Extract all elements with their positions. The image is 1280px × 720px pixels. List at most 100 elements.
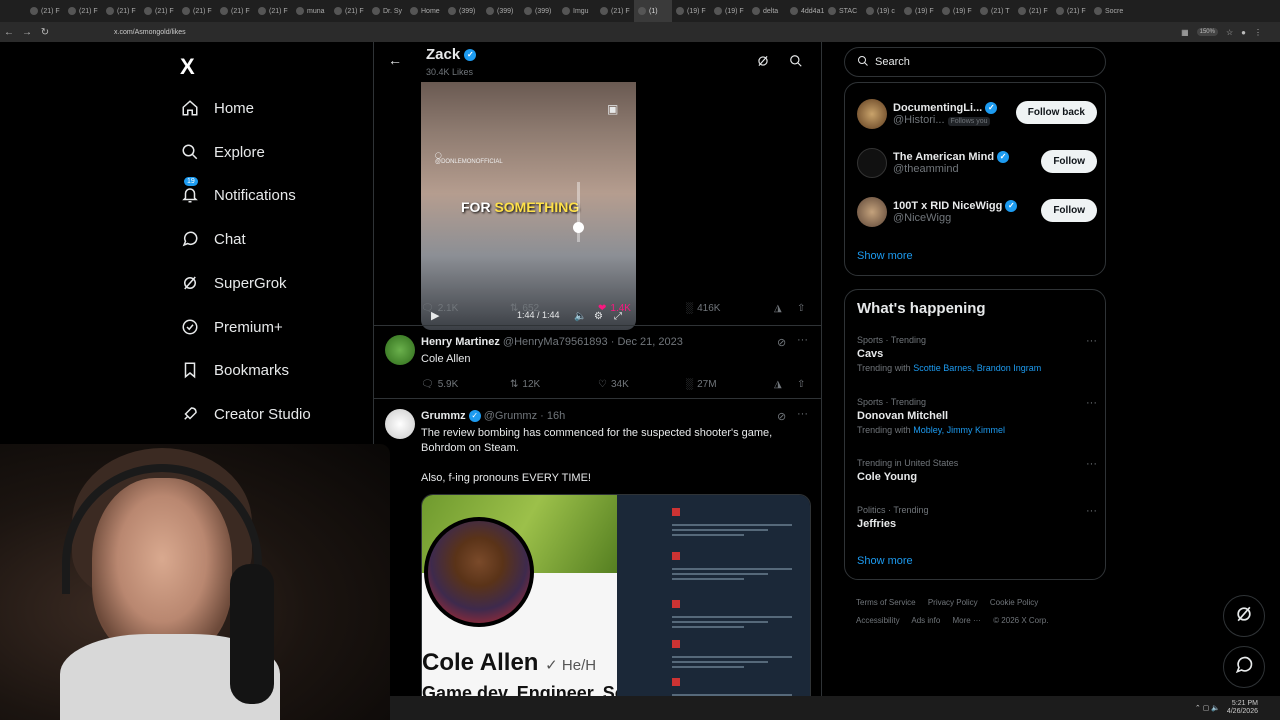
- browser-tab[interactable]: (1): [634, 0, 672, 22]
- views-button[interactable]: ░ 416K: [686, 303, 720, 314]
- messages-fab[interactable]: [1223, 646, 1265, 688]
- reply-button[interactable]: 🗨 2.1K: [421, 303, 458, 314]
- nav-home[interactable]: Home: [180, 98, 254, 118]
- volume-knob[interactable]: [573, 222, 584, 233]
- grok-icon[interactable]: ⊘: [777, 336, 786, 349]
- bookmark-button[interactable]: ◮: [774, 379, 782, 390]
- bookmark-button[interactable]: ◮: [774, 303, 782, 314]
- search-icon[interactable]: [789, 54, 803, 73]
- star-icon[interactable]: ☆: [1226, 28, 1233, 37]
- x-logo[interactable]: X: [180, 54, 195, 80]
- footer-link[interactable]: Cookie Policy: [990, 598, 1038, 607]
- more-icon[interactable]: ···: [1086, 335, 1097, 347]
- browser-tab[interactable]: (21) F: [178, 0, 216, 22]
- reload-icon[interactable]: ↻: [36, 27, 54, 38]
- avatar[interactable]: [857, 148, 887, 178]
- browser-tab[interactable]: Home: [406, 0, 444, 22]
- nav-premium[interactable]: Premium+: [180, 317, 283, 337]
- forward-icon[interactable]: →: [18, 27, 36, 38]
- follow-suggestion[interactable]: 100T x RID NiceWigg ✓ @NiceWigg Follow: [857, 197, 1097, 227]
- show-more-link[interactable]: Show more: [857, 555, 913, 567]
- footer-link[interactable]: More ···: [953, 616, 981, 625]
- more-icon[interactable]: ···: [1086, 458, 1097, 470]
- browser-tab[interactable]: (21) F: [1014, 0, 1052, 22]
- browser-tab[interactable]: (21) F: [254, 0, 292, 22]
- trend-item[interactable]: Trending in United States Cole Young ···: [857, 458, 1097, 483]
- show-more-link[interactable]: Show more: [857, 250, 913, 262]
- browser-tab[interactable]: Imgu: [558, 0, 596, 22]
- nav-creator-studio[interactable]: Creator Studio: [180, 404, 311, 424]
- browser-tab[interactable]: (21) F: [140, 0, 178, 22]
- avatar[interactable]: [385, 409, 415, 439]
- follow-button[interactable]: Follow: [1041, 150, 1097, 173]
- menu-icon[interactable]: ⋮: [1254, 28, 1262, 37]
- grok-fab[interactable]: [1223, 595, 1265, 637]
- avatar[interactable]: [857, 99, 887, 129]
- follow-suggestion[interactable]: DocumentingLi... ✓ @Histori... Follows yo…: [857, 99, 1097, 129]
- nav-notifications[interactable]: 19 Notifications: [180, 177, 296, 205]
- more-icon[interactable]: ···: [1086, 505, 1097, 517]
- search-input[interactable]: Search: [844, 47, 1106, 77]
- browser-tab[interactable]: (21) F: [1052, 0, 1090, 22]
- browser-tab[interactable]: Socre: [1090, 0, 1128, 22]
- browser-tab[interactable]: 4dd4a14f: [786, 0, 824, 22]
- grok-refresh-icon[interactable]: [756, 54, 770, 73]
- nav-explore[interactable]: Explore: [180, 142, 265, 162]
- back-arrow-icon[interactable]: ←: [388, 52, 402, 68]
- browser-tab[interactable]: STAC: [824, 0, 862, 22]
- like-button[interactable]: ♡ 34K: [598, 379, 629, 390]
- browser-tab[interactable]: muna: [292, 0, 330, 22]
- grok-icon[interactable]: ⊘: [777, 410, 786, 423]
- back-icon[interactable]: ←: [0, 27, 18, 38]
- video-player[interactable]: ◯ @DONLEMONOFFICIAL FOR SOMETHING ▣ ▶ 1:4…: [421, 82, 636, 330]
- footer-link[interactable]: Terms of Service: [856, 598, 916, 607]
- browser-tab[interactable]: (21) F: [26, 0, 64, 22]
- browser-tab[interactable]: (21) T: [976, 0, 1014, 22]
- nav-bookmarks[interactable]: Bookmarks: [180, 360, 289, 380]
- avatar[interactable]: [385, 335, 415, 365]
- footer-link[interactable]: Privacy Policy: [928, 598, 978, 607]
- share-button[interactable]: ⇧: [797, 303, 805, 314]
- browser-tab[interactable]: Dr. Sy: [368, 0, 406, 22]
- url-field[interactable]: x.com/Asmongold/likes: [114, 29, 186, 36]
- reply-button[interactable]: 🗨 5.9K: [421, 379, 458, 390]
- browser-tab[interactable]: (21) F: [216, 0, 254, 22]
- volume-slider[interactable]: [573, 182, 584, 242]
- more-icon[interactable]: ···: [797, 408, 808, 420]
- profile-icon[interactable]: ●: [1241, 28, 1246, 37]
- zoom-badge[interactable]: 150%: [1196, 28, 1218, 36]
- trend-item[interactable]: Sports · Trending Cavs Trending with Sco…: [857, 335, 1097, 373]
- extension-icon[interactable]: ▦: [1181, 28, 1189, 37]
- browser-tab[interactable]: (399): [444, 0, 482, 22]
- browser-tab[interactable]: delta: [748, 0, 786, 22]
- browser-tab[interactable]: (19) F: [710, 0, 748, 22]
- browser-tab[interactable]: (21) F: [64, 0, 102, 22]
- browser-tab[interactable]: (21) F: [596, 0, 634, 22]
- follow-back-button[interactable]: Follow back: [1015, 101, 1097, 124]
- browser-tab[interactable]: (19) c: [862, 0, 900, 22]
- picture-in-picture-icon[interactable]: ▣: [607, 102, 618, 116]
- avatar[interactable]: [857, 197, 887, 227]
- browser-tab[interactable]: (19) F: [672, 0, 710, 22]
- more-icon[interactable]: ···: [797, 334, 808, 346]
- follow-button[interactable]: Follow: [1041, 199, 1097, 222]
- more-icon[interactable]: ···: [1086, 397, 1097, 409]
- system-tray[interactable]: ⌃ ▢ 🔈: [1195, 704, 1220, 712]
- repost-button[interactable]: ⇅ 12K: [510, 379, 540, 390]
- browser-tab[interactable]: (399): [520, 0, 558, 22]
- follow-suggestion[interactable]: The American Mind ✓ @theammind Follow: [857, 148, 1097, 178]
- browser-tab[interactable]: (399): [482, 0, 520, 22]
- like-button[interactable]: ❤ 1.4K: [598, 303, 631, 314]
- browser-tab[interactable]: (19) F: [900, 0, 938, 22]
- footer-link[interactable]: Accessibility: [856, 616, 900, 625]
- browser-tab[interactable]: (21) F: [330, 0, 368, 22]
- clock[interactable]: 5:21 PM 4/26/2026: [1227, 700, 1258, 716]
- nav-chat[interactable]: Chat: [180, 229, 246, 249]
- tweet-media-image[interactable]: Cole Allen ✓ He/H Game dev, Engineer, Sc…: [421, 494, 811, 720]
- trend-item[interactable]: Sports · Trending Donovan Mitchell Trend…: [857, 397, 1097, 435]
- browser-tab[interactable]: (19) F: [938, 0, 976, 22]
- tweet-henry[interactable]: Henry Martinez @HenryMa79561893 · Dec 21…: [374, 325, 821, 397]
- trend-item[interactable]: Politics · Trending Jeffries ···: [857, 505, 1097, 530]
- views-button[interactable]: ░ 27M: [686, 379, 717, 390]
- nav-supergrok[interactable]: SuperGrok: [180, 273, 287, 293]
